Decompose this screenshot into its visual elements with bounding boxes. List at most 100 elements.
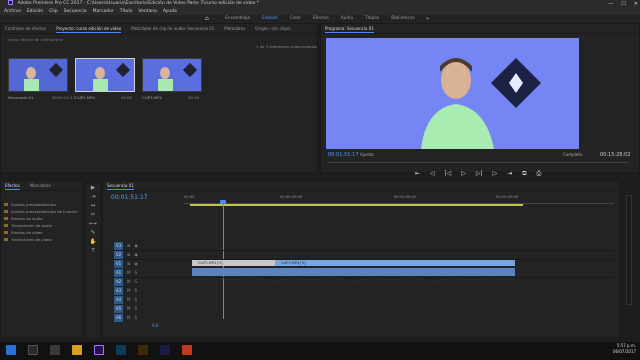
- hand-tool-icon[interactable]: ✋: [86, 238, 100, 247]
- razor-tool-icon[interactable]: ✂: [86, 211, 100, 220]
- lock-icon[interactable]: ⊠: [127, 242, 130, 250]
- mark-out-icon[interactable]: ⇥: [507, 170, 512, 178]
- mute-icon[interactable]: M: [127, 269, 130, 277]
- track-header-a1[interactable]: A1 M S: [108, 269, 184, 277]
- effects-folder-video-transitions[interactable]: Transiciones de vídeo: [1, 236, 83, 243]
- workspace-titulos[interactable]: Títulos: [365, 15, 379, 23]
- ripple-edit-tool-icon[interactable]: ↔: [86, 202, 100, 211]
- effects-folder-video-effects[interactable]: Efectos de vídeo: [1, 229, 83, 236]
- workspace-efectos[interactable]: Efectos: [313, 15, 329, 23]
- go-to-in-icon[interactable]: ◁: [430, 170, 435, 178]
- bin-thumbnail-clip3[interactable]: [142, 58, 202, 92]
- go-to-out-icon[interactable]: ▷: [493, 170, 498, 178]
- after-effects-taskbar-icon[interactable]: [160, 345, 170, 355]
- tab-metadata[interactable]: Metadatos: [224, 24, 245, 33]
- start-icon[interactable]: [6, 345, 16, 355]
- track-header-a3[interactable]: A3 M S: [108, 287, 184, 295]
- close-button[interactable]: ✕: [634, 0, 638, 8]
- eye-icon[interactable]: ◉: [134, 260, 138, 268]
- tab-source[interactable]: Origen: (sin clips): [255, 24, 290, 33]
- selection-tool-icon[interactable]: ▶: [86, 184, 100, 193]
- track-select-tool-icon[interactable]: ⇥: [86, 193, 100, 202]
- menu-edicion[interactable]: Edición: [27, 8, 43, 15]
- mute-icon[interactable]: M: [127, 314, 130, 322]
- mute-icon[interactable]: M: [127, 287, 130, 295]
- task-view-icon[interactable]: [50, 345, 60, 355]
- menu-titulo[interactable]: Título: [120, 8, 133, 15]
- track-header-a2[interactable]: A2 M S: [108, 278, 184, 286]
- solo-icon[interactable]: S: [134, 287, 137, 295]
- tab-effect-controls[interactable]: Controles de efectos: [5, 24, 46, 33]
- track-header-a5[interactable]: A5 M S: [108, 305, 184, 313]
- workspace-ensamblaje[interactable]: Ensamblaje: [225, 15, 250, 23]
- photoshop-taskbar-icon[interactable]: [116, 345, 126, 355]
- effects-folder-presets[interactable]: Ajustes preestablecidos: [1, 201, 83, 208]
- step-forward-icon[interactable]: ▷|: [476, 170, 483, 178]
- solo-icon[interactable]: S: [134, 296, 137, 304]
- mute-icon[interactable]: M: [127, 296, 130, 304]
- resolution-select[interactable]: Completo: [563, 152, 582, 157]
- minimize-button[interactable]: —: [608, 0, 613, 8]
- search-icon[interactable]: [28, 345, 38, 355]
- bin-thumbnail-sequence[interactable]: [8, 58, 68, 92]
- track-header-v2[interactable]: V2 ⊠ ◉: [108, 251, 184, 259]
- menu-marcador[interactable]: Marcador: [93, 8, 114, 15]
- workspace-edicion[interactable]: Edición: [262, 15, 278, 23]
- step-back-icon[interactable]: |◁: [445, 170, 452, 178]
- illustrator-taskbar-icon[interactable]: [138, 345, 148, 355]
- lock-icon[interactable]: ⊠: [127, 251, 130, 259]
- media-encoder-taskbar-icon[interactable]: [182, 345, 192, 355]
- export-frame-icon[interactable]: ⧉: [522, 170, 526, 178]
- eye-icon[interactable]: ◉: [134, 242, 138, 250]
- solo-icon[interactable]: S: [134, 278, 137, 286]
- menu-clip[interactable]: Clip: [49, 8, 58, 15]
- tab-project[interactable]: Proyecto: curso edición de video: [56, 24, 122, 33]
- premiere-taskbar-icon[interactable]: [94, 345, 104, 355]
- bin-thumbnail-clip2[interactable]: [75, 58, 135, 92]
- menu-ayuda[interactable]: Ayuda: [163, 8, 177, 15]
- solo-icon[interactable]: S: [134, 305, 137, 313]
- menu-secuencia[interactable]: Secuencia: [64, 8, 87, 15]
- menu-ventana[interactable]: Ventana: [138, 8, 156, 15]
- program-timecode[interactable]: 00:01:51:17: [328, 152, 359, 158]
- slip-tool-icon[interactable]: ⟷: [86, 220, 100, 229]
- file-explorer-icon[interactable]: [72, 345, 82, 355]
- solo-icon[interactable]: S: [134, 269, 137, 277]
- more-workspaces-icon[interactable]: »: [426, 15, 429, 23]
- track-header-v3[interactable]: V3 ⊠ ◉: [108, 242, 184, 250]
- timeline-clip-audio[interactable]: [191, 268, 516, 282]
- tab-effects[interactable]: Efectos: [5, 181, 20, 190]
- tab-sequence-01[interactable]: Secuencia 01: [107, 181, 134, 190]
- eye-icon[interactable]: ◉: [134, 251, 138, 259]
- program-video-frame[interactable]: [326, 38, 579, 149]
- work-area-bar[interactable]: [190, 204, 523, 206]
- system-clock[interactable]: 5:57 p.m. 06/07/2017: [613, 343, 636, 355]
- effects-folder-audio-transitions[interactable]: Transiciones de audio: [1, 222, 83, 229]
- home-icon[interactable]: ⌂: [205, 15, 209, 23]
- type-tool-icon[interactable]: T: [86, 247, 100, 256]
- menu-archivo[interactable]: Archivo: [4, 8, 21, 15]
- zoom-fit-select[interactable]: Ajustar: [360, 152, 374, 157]
- tab-markers[interactable]: Marcadore: [30, 181, 51, 190]
- track-header-a4[interactable]: A4 M S: [108, 296, 184, 304]
- effects-folder-audio-effects[interactable]: Efectos de audio: [1, 215, 83, 222]
- tab-audio-clip-mixer[interactable]: Mezclador de clip de audio: Secuencia 01: [131, 24, 214, 33]
- timeline-clip-video-a[interactable]: CLIP2.MP4 [V]: [192, 260, 275, 266]
- timeline-clip-video-b[interactable]: CLIP3.MP4 [V]: [275, 260, 515, 266]
- mute-icon[interactable]: M: [127, 305, 130, 313]
- pen-tool-icon[interactable]: ✎: [86, 229, 100, 238]
- timeline-ruler[interactable]: 00:00 00:05:00:00 00:10:00:00 00:15:00:0…: [184, 194, 614, 204]
- mute-icon[interactable]: M: [127, 278, 130, 286]
- tab-program[interactable]: Programa: Secuencia 01: [325, 24, 374, 33]
- track-header-a6[interactable]: A6 M S: [108, 314, 184, 322]
- lock-icon[interactable]: ⊠: [127, 260, 130, 268]
- camera-icon[interactable]: ⎙: [537, 170, 542, 178]
- maximize-button[interactable]: ☐: [621, 0, 625, 8]
- master-volume[interactable]: 0,0: [152, 323, 158, 328]
- solo-icon[interactable]: S: [134, 314, 137, 322]
- workspace-audio[interactable]: Audio: [341, 15, 353, 23]
- play-icon[interactable]: ▷: [461, 170, 466, 178]
- program-scrub-bar[interactable]: [328, 159, 628, 163]
- mark-in-icon[interactable]: ⇤: [415, 170, 420, 178]
- workspace-color[interactable]: Color: [290, 15, 301, 23]
